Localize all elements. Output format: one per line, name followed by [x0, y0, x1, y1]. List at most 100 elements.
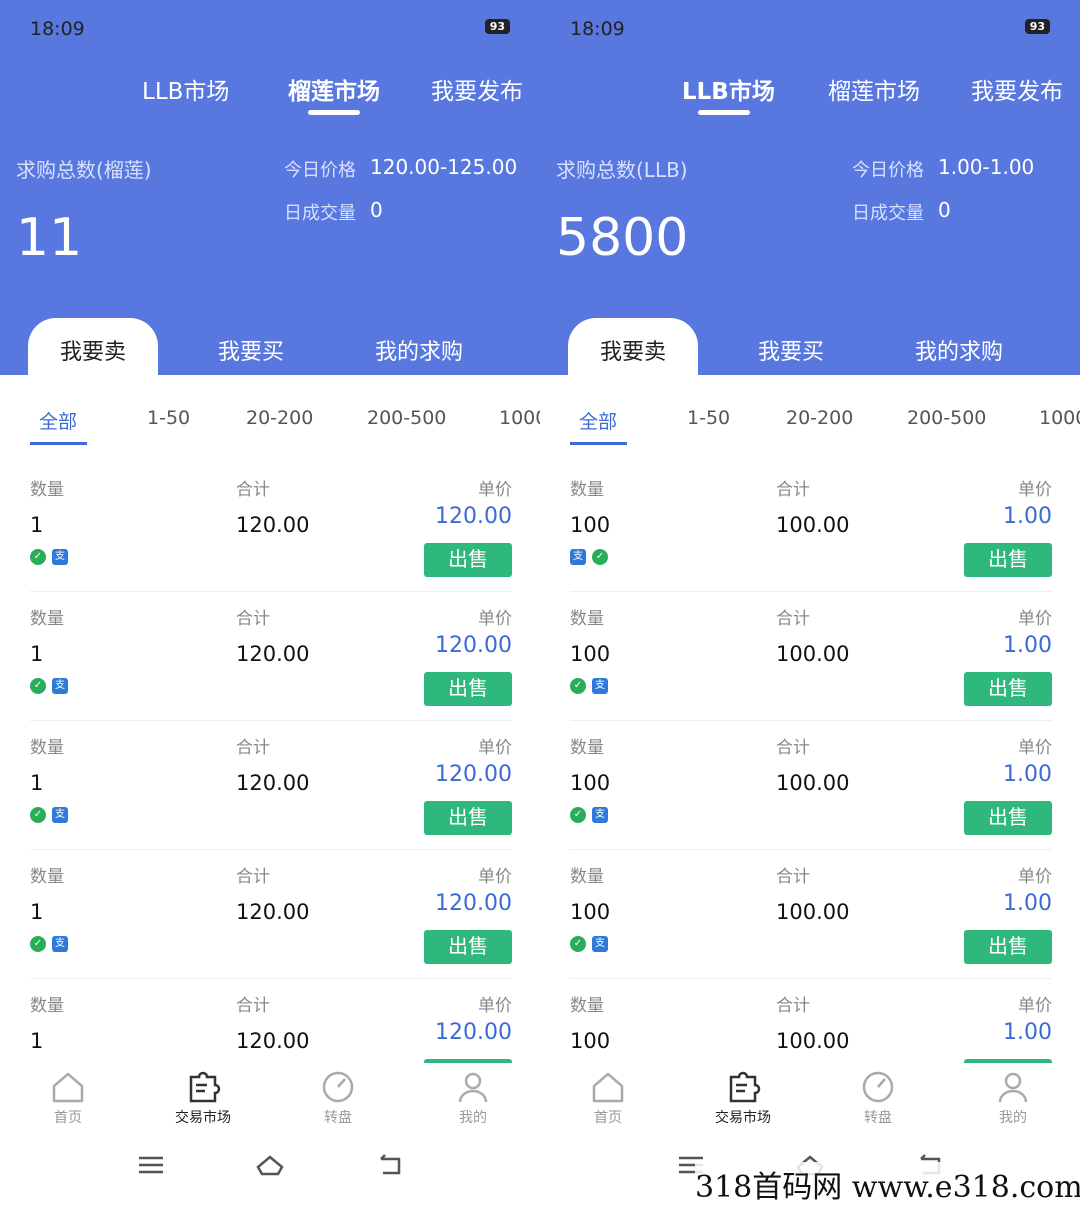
status-icons: 93 — [1024, 19, 1050, 34]
filter-4[interactable]: 1000 — [499, 407, 540, 429]
tab-market-0[interactable]: LLB市场 — [682, 72, 775, 106]
tab-my-requests[interactable]: 我的求购 — [375, 334, 463, 366]
filter-indicator — [30, 442, 87, 445]
wechat-pay-icon: ✓ — [30, 549, 46, 565]
dial-icon — [828, 1069, 928, 1105]
filter-1[interactable]: 1-50 — [687, 407, 730, 429]
order-price: 1.00 — [1003, 1020, 1052, 1045]
tab-market-0[interactable]: LLB市场 — [142, 72, 229, 106]
order-row: 数量 合计 单价 100 100.00 1.00 支 ✓ 出售 — [570, 463, 1052, 592]
active-tab-indicator — [698, 110, 750, 115]
nav-item-0[interactable]: 首页 — [18, 1069, 118, 1127]
status-icons: 93 — [484, 19, 510, 34]
total-label: 合计 — [776, 996, 810, 1016]
total-label: 合计 — [236, 867, 270, 887]
sell-button[interactable]: 出售 — [424, 801, 512, 835]
payment-methods: ✓ 支 — [30, 936, 68, 952]
daily-volume-value: 0 — [938, 198, 951, 222]
wechat-pay-icon: ✓ — [570, 936, 586, 952]
wechat-pay-icon: ✓ — [570, 807, 586, 823]
order-total: 120.00 — [236, 513, 310, 537]
tab-sell[interactable]: 我要卖 — [568, 318, 698, 378]
qty-label: 数量 — [30, 609, 64, 629]
sell-button[interactable]: 出售 — [964, 543, 1052, 577]
filter-2[interactable]: 20-200 — [246, 407, 313, 429]
total-label: 合计 — [776, 609, 810, 629]
payment-methods: ✓ 支 — [570, 936, 608, 952]
trade-tabs: 我要卖 我要买 我的求购 — [0, 318, 540, 378]
tab-buy[interactable]: 我要买 — [218, 334, 284, 366]
nav-item-3[interactable]: 我的 — [963, 1069, 1063, 1127]
nav-label: 转盘 — [864, 1110, 892, 1126]
home-button-icon[interactable] — [255, 1153, 285, 1181]
tab-market-2[interactable]: 我要发布 — [431, 72, 523, 106]
screenshot-root: 18:09 93 LLB市场 榴莲市场 我要发布 求购总数(榴莲) 11 今日价格 120.00… — [0, 0, 1080, 1200]
today-price-label: 今日价格 — [284, 160, 356, 181]
sell-button[interactable]: 出售 — [424, 930, 512, 964]
price-label: 单价 — [478, 867, 512, 887]
alipay-icon: 支 — [52, 807, 68, 823]
status-time: 18:09 — [570, 18, 625, 40]
today-price-value: 120.00-125.00 — [370, 155, 518, 179]
order-qty: 100 — [570, 642, 611, 666]
order-qty: 100 — [570, 513, 611, 537]
price-label: 单价 — [478, 996, 512, 1016]
nav-item-1[interactable]: 交易市场 — [153, 1069, 253, 1127]
tab-sell[interactable]: 我要卖 — [28, 318, 158, 378]
menu-icon[interactable] — [137, 1153, 165, 1181]
order-qty: 1 — [30, 900, 44, 924]
order-price: 120.00 — [435, 891, 512, 916]
payment-methods: ✓ 支 — [30, 678, 68, 694]
order-row: 数量合计单价100100.001.00✓支出售 — [570, 850, 1052, 979]
wechat-pay-icon: ✓ — [570, 678, 586, 694]
battery-icon: 93 — [1024, 19, 1050, 34]
nav-item-1[interactable]: 交易市场 — [693, 1069, 793, 1127]
sell-button[interactable]: 出售 — [424, 543, 512, 577]
today-price-value: 1.00-1.00 — [938, 155, 1035, 179]
total-label: 合计 — [776, 480, 810, 500]
filter-indicator — [570, 442, 627, 445]
filter-2[interactable]: 20-200 — [786, 407, 853, 429]
filter-4[interactable]: 1000 — [1039, 407, 1080, 429]
price-label: 单价 — [478, 609, 512, 629]
sell-button[interactable]: 出售 — [964, 672, 1052, 706]
filter-1[interactable]: 1-50 — [147, 407, 190, 429]
filter-3[interactable]: 200-500 — [367, 407, 446, 429]
filter-3[interactable]: 200-500 — [907, 407, 986, 429]
nav-item-2[interactable]: 转盘 — [828, 1069, 928, 1127]
home-icon — [18, 1069, 118, 1105]
back-icon[interactable] — [377, 1153, 405, 1181]
tab-my-requests[interactable]: 我的求购 — [915, 334, 1003, 366]
sell-button[interactable]: 出售 — [424, 672, 512, 706]
order-total: 120.00 — [236, 771, 310, 795]
nav-label: 我的 — [999, 1110, 1027, 1126]
phone-screen: 18:09 93 LLB市场 榴莲市场 我要发布 求购总数(LLB) 5800 今日价格 1.0… — [540, 0, 1080, 1200]
price-label: 单价 — [1018, 609, 1052, 629]
alipay-icon: 支 — [52, 936, 68, 952]
order-row: 数量合计单价1120.00120.00✓支出售 — [30, 850, 512, 979]
nav-item-3[interactable]: 我的 — [423, 1069, 523, 1127]
sell-button[interactable]: 出售 — [964, 930, 1052, 964]
order-total: 100.00 — [776, 1029, 850, 1053]
nav-item-0[interactable]: 首页 — [558, 1069, 658, 1127]
order-list-area: 全部1-5020-200200-5001000数量合计单价100100.001.… — [540, 375, 1080, 1063]
tab-market-1[interactable]: 榴莲市场 — [288, 72, 380, 106]
order-total: 100.00 — [776, 642, 850, 666]
nav-label: 转盘 — [324, 1110, 352, 1126]
wechat-pay-icon: ✓ — [30, 936, 46, 952]
order-total: 120.00 — [236, 1029, 310, 1053]
tab-buy[interactable]: 我要买 — [758, 334, 824, 366]
market-tabs: LLB市场 榴莲市场 我要发布 — [540, 72, 1080, 122]
total-label: 合计 — [776, 738, 810, 758]
order-qty: 1 — [30, 771, 44, 795]
price-label: 单价 — [1018, 480, 1052, 500]
nav-item-2[interactable]: 转盘 — [288, 1069, 388, 1127]
price-label: 单价 — [1018, 996, 1052, 1016]
order-total: 120.00 — [236, 642, 310, 666]
filter-0[interactable]: 全部 — [579, 407, 617, 434]
tab-sell-label: 我要卖 — [59, 340, 126, 365]
tab-market-1[interactable]: 榴莲市场 — [828, 72, 920, 106]
sell-button[interactable]: 出售 — [964, 801, 1052, 835]
tab-market-2[interactable]: 我要发布 — [971, 72, 1063, 106]
filter-0[interactable]: 全部 — [39, 407, 77, 434]
